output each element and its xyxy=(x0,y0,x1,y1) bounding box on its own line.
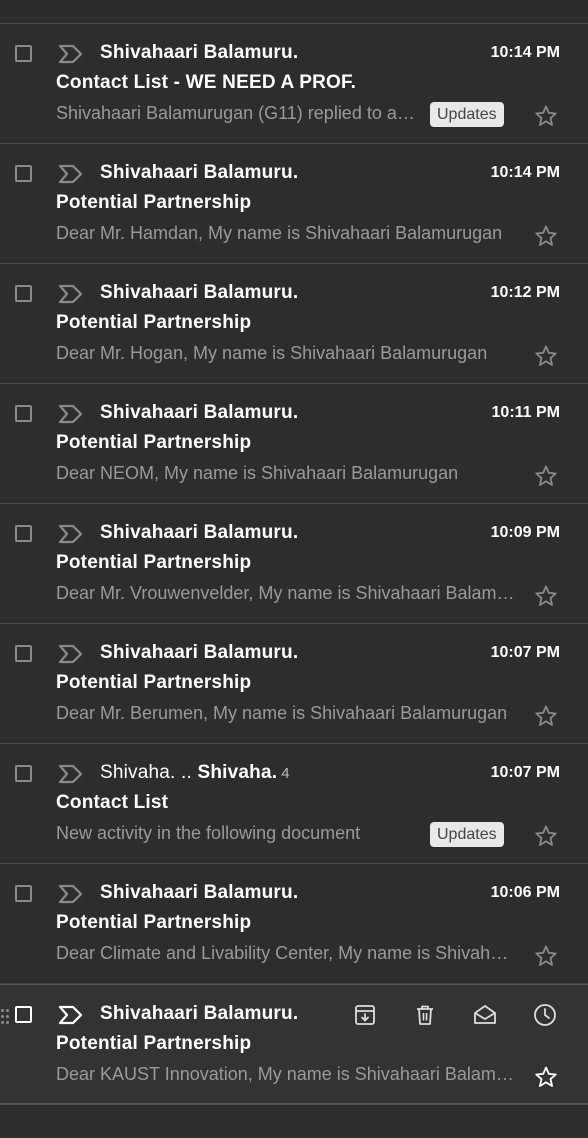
importance-marker-icon[interactable] xyxy=(58,284,84,304)
select-checkbox[interactable] xyxy=(15,885,32,902)
email-snippet: Dear NEOM, My name is Shivahaari Balamur… xyxy=(56,463,459,483)
email-snippet: Dear KAUST Innovation, My name is Shivah… xyxy=(56,1064,518,1084)
importance-marker-icon[interactable] xyxy=(58,44,84,64)
email-row[interactable]: Shivahaari Balamuru. 10:11 PM Potential … xyxy=(0,384,588,504)
importance-marker-icon[interactable] xyxy=(58,524,84,544)
email-subject: Potential Partnership xyxy=(56,672,252,693)
email-time: 10:14 PM xyxy=(490,44,560,61)
email-time: 10:11 PM xyxy=(491,404,560,421)
email-snippet: Dear Climate and Livability Center, My n… xyxy=(56,943,518,963)
email-snippet: Shivahaari Balamurugan (G11) replied to … xyxy=(56,103,416,123)
hover-actions xyxy=(352,1002,562,1028)
star-icon[interactable] xyxy=(534,704,558,728)
archive-icon[interactable] xyxy=(352,1002,378,1028)
email-subject: Potential Partnership xyxy=(56,912,252,933)
star-icon[interactable] xyxy=(534,104,558,128)
updates-badge[interactable]: Updates xyxy=(430,822,504,847)
sender-name-read: Shivaha. .. xyxy=(100,762,192,783)
importance-marker-icon[interactable] xyxy=(58,644,84,664)
importance-marker-icon[interactable] xyxy=(58,884,84,904)
email-subject: Contact List - WE NEED A PROF. xyxy=(56,72,357,93)
email-row[interactable]: Shivahaari Balamuru. 10:14 PM Potential … xyxy=(0,144,588,264)
importance-marker-icon[interactable] xyxy=(58,1005,84,1025)
sender-name: Shivahaari Balamuru. xyxy=(100,882,299,903)
updates-badge[interactable]: Updates xyxy=(430,102,504,127)
sender-name: Shivahaari Balamuru. xyxy=(100,522,299,543)
select-checkbox[interactable] xyxy=(15,765,32,782)
list-bottom-area xyxy=(0,1105,588,1138)
sender-name: Shivahaari Balamuru. xyxy=(100,642,299,663)
email-row[interactable]: Shivahaari Balamuru. 10:12 PM Potential … xyxy=(0,264,588,384)
star-icon[interactable] xyxy=(534,824,558,848)
drag-handle-icon[interactable] xyxy=(1,1007,9,1025)
mark-read-icon[interactable] xyxy=(472,1002,498,1028)
email-snippet: Dear Mr. Hamdan, My name is Shivahaari B… xyxy=(56,223,503,243)
star-icon[interactable] xyxy=(534,1065,558,1089)
email-subject: Contact List xyxy=(56,792,169,813)
email-snippet: Dear Mr. Hogan, My name is Shivahaari Ba… xyxy=(56,343,488,363)
sender-name: Shivahaari Balamuru. xyxy=(100,42,299,63)
thread-senders: Shivaha. .. Shivaha. 4 xyxy=(100,762,290,784)
select-checkbox[interactable] xyxy=(15,285,32,302)
email-list: Shivahaari Balamuru. 10:14 PM Contact Li… xyxy=(0,24,588,1105)
email-row[interactable]: Shivahaari Balamuru. 10:09 PM Potential … xyxy=(0,504,588,624)
importance-marker-icon[interactable] xyxy=(58,164,84,184)
email-time: 10:14 PM xyxy=(490,164,560,181)
importance-marker-icon[interactable] xyxy=(58,404,84,424)
email-subject: Potential Partnership xyxy=(56,1033,252,1054)
email-subject: Potential Partnership xyxy=(56,192,252,213)
sender-name: Shivahaari Balamuru. xyxy=(100,282,299,303)
list-top-area xyxy=(0,0,588,24)
star-icon[interactable] xyxy=(534,224,558,248)
importance-marker-icon[interactable] xyxy=(58,764,84,784)
select-checkbox[interactable] xyxy=(15,645,32,662)
star-icon[interactable] xyxy=(534,944,558,968)
email-snippet: Dear Mr. Vrouwenvelder, My name is Shiva… xyxy=(56,583,518,603)
trash-icon[interactable] xyxy=(412,1002,438,1028)
email-time: 10:06 PM xyxy=(490,884,560,901)
email-subject: Potential Partnership xyxy=(56,552,252,573)
select-checkbox[interactable] xyxy=(15,1006,32,1023)
email-snippet: Dear Mr. Berumen, My name is Shivahaari … xyxy=(56,703,508,723)
email-time: 10:12 PM xyxy=(490,284,560,301)
email-row[interactable]: Shivahaari Balamuru. 10:14 PM Contact Li… xyxy=(0,24,588,144)
email-row-hovered[interactable]: Shivahaari Balamuru. Potential Partnersh xyxy=(0,984,588,1105)
sender-name: Shivahaari Balamuru. xyxy=(100,1003,299,1024)
email-time: 10:09 PM xyxy=(490,524,560,541)
select-checkbox[interactable] xyxy=(15,405,32,422)
email-time: 10:07 PM xyxy=(490,644,560,661)
thread-count: 4 xyxy=(281,765,290,782)
sender-name-unread: Shivaha. xyxy=(197,762,278,783)
star-icon[interactable] xyxy=(534,344,558,368)
email-row[interactable]: Shivahaari Balamuru. 10:06 PM Potential … xyxy=(0,864,588,984)
sender-name: Shivahaari Balamuru. xyxy=(100,402,299,423)
star-icon[interactable] xyxy=(534,584,558,608)
select-checkbox[interactable] xyxy=(15,165,32,182)
email-time: 10:07 PM xyxy=(490,764,560,781)
select-checkbox[interactable] xyxy=(15,525,32,542)
email-subject: Potential Partnership xyxy=(56,312,252,333)
email-snippet: New activity in the following document xyxy=(56,823,361,843)
sender-name: Shivahaari Balamuru. xyxy=(100,162,299,183)
select-checkbox[interactable] xyxy=(15,45,32,62)
email-subject: Potential Partnership xyxy=(56,432,252,453)
star-icon[interactable] xyxy=(534,464,558,488)
snooze-icon[interactable] xyxy=(532,1002,558,1028)
email-row[interactable]: Shivahaari Balamuru. 10:07 PM Potential … xyxy=(0,624,588,744)
email-row[interactable]: Shivaha. .. Shivaha. 4 10:07 PM Contact L… xyxy=(0,744,588,864)
